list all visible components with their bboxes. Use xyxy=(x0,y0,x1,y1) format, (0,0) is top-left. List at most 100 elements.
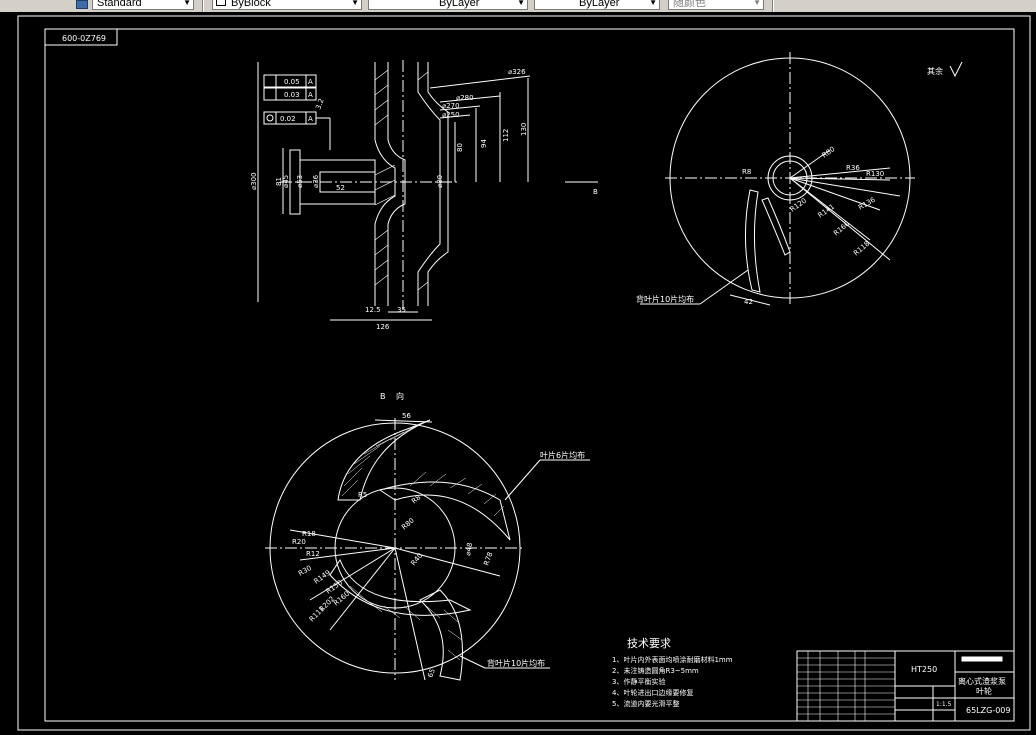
dim-b-48: ⌀48 xyxy=(464,542,474,556)
tech-item-2: 2、未注铸造圆角R3~5mm xyxy=(612,666,699,675)
toolbar-separator xyxy=(772,0,774,12)
dim-b-r5: R5 xyxy=(358,491,367,499)
dim-b-r80: R80 xyxy=(400,517,416,532)
dim-b-r149: R149 xyxy=(313,569,333,586)
chevron-down-icon: ▼ xyxy=(183,0,191,7)
dim-line-56 xyxy=(374,419,433,423)
tol-datum-3: A xyxy=(308,115,313,123)
dim-94: 94 xyxy=(480,139,488,148)
section-view-labels: 0.05 0.03 0.02 A A A ⌀326 ⌀280 ⌀270 ⌀250… xyxy=(250,68,598,331)
dim-r8: R8 xyxy=(742,168,751,176)
drawing-no-text: 65LZG-009 xyxy=(966,706,1010,715)
vane-2-outline xyxy=(378,481,511,541)
tol-value-1: 0.05 xyxy=(284,78,300,86)
dim-80-bore: ⌀80 xyxy=(436,175,444,188)
front-shroud-outline xyxy=(374,62,396,306)
view-arrow-label: B xyxy=(593,188,598,196)
properties-toolbar: Standard ▼ ByBlock ▼ ByLayer ▼ ByLayer ▼… xyxy=(0,0,1036,12)
dim-300: ⌀300 xyxy=(250,172,258,190)
lineweight-value: ByLayer xyxy=(579,0,620,9)
rear-shroud-outline xyxy=(387,62,406,306)
title-block-grid xyxy=(797,651,895,721)
dim-36: ⌀36 xyxy=(312,174,320,188)
back-vane-outline xyxy=(744,189,761,293)
dim-b-r160: R160 xyxy=(332,590,351,608)
dim-81: 81 xyxy=(275,177,283,186)
section-hatching xyxy=(374,69,429,291)
dim-326: ⌀326 xyxy=(508,68,526,76)
lineweight-dropdown[interactable]: ByLayer ▼ xyxy=(534,0,660,10)
chevron-down-icon: ▼ xyxy=(517,0,525,7)
dim-b-65: 65 xyxy=(426,668,437,679)
linetype-dropdown[interactable]: ByLayer ▼ xyxy=(368,0,528,10)
dim-80: 80 xyxy=(456,143,464,152)
tol-datum-2: A xyxy=(308,91,313,99)
color-swatch-icon xyxy=(216,0,226,6)
dim-r160: R160 xyxy=(832,220,851,238)
tech-item-3: 3、作静平衡实验 xyxy=(612,677,665,686)
product-name-text: 离心式渣浆泵 xyxy=(958,676,1006,686)
dim-250: ⌀250 xyxy=(442,111,460,119)
tech-title: 技术要求 xyxy=(627,637,671,650)
sheet-inner-border xyxy=(44,28,1015,722)
dim-b-r30: R30 xyxy=(297,564,313,578)
drawing-number-text: 600-0Z769 xyxy=(62,34,106,43)
leader-r120 xyxy=(789,177,901,197)
dim-r120: R120 xyxy=(789,197,809,214)
b-view-title: B 向 xyxy=(380,391,408,401)
roughness-symbol-icon xyxy=(949,61,963,78)
dim-b-r78: R78 xyxy=(482,551,494,567)
dim-45: ⌀45 xyxy=(282,175,290,188)
dim-b-r12: R12 xyxy=(306,550,320,558)
dim-b-r40: R40 xyxy=(409,552,424,568)
leader-326 xyxy=(429,75,531,89)
tech-item-1: 1、叶片内外表面均喷涂耐磨材料1mm xyxy=(612,655,733,664)
tol-value-2: 0.03 xyxy=(284,91,300,99)
text-style-icon[interactable] xyxy=(76,0,88,9)
dim-35: 35 xyxy=(397,306,406,314)
dim-270: ⌀270 xyxy=(442,102,460,110)
scale-text: 1:1.5 xyxy=(936,701,952,708)
part-name-text: 叶轮 xyxy=(976,686,992,696)
chevron-down-icon: ▼ xyxy=(753,0,761,7)
vane-1-outline xyxy=(337,419,431,501)
technical-requirements: 技术要求 1、叶片内外表面均喷涂耐磨材料1mm 2、未注铸造圆角R3~5mm 3… xyxy=(612,637,733,708)
layer-color-value: ByBlock xyxy=(231,0,271,9)
vane-note: 叶片6片均布 xyxy=(540,450,585,460)
drawing-canvas[interactable]: 600-0Z769 0.05 0.03 0.02 A A A ⌀326 ⌀280… xyxy=(0,12,1036,735)
dim-280: ⌀280 xyxy=(456,94,474,102)
dim-b-r20: R20 xyxy=(292,538,306,546)
dim-r136: R136 xyxy=(857,195,877,211)
chevron-down-icon: ▼ xyxy=(649,0,657,7)
dim-42: 42 xyxy=(744,298,753,306)
tech-item-5: 5、流道内要光滑平整 xyxy=(612,699,679,708)
dim-126: 126 xyxy=(376,323,390,331)
dim-r130: R130 xyxy=(866,170,884,178)
dim-130: 130 xyxy=(520,123,528,136)
text-style-dropdown[interactable]: Standard ▼ xyxy=(92,0,194,10)
back-vane-outline-2 xyxy=(761,197,791,256)
rear-view[interactable] xyxy=(640,52,963,306)
dim-r36: R36 xyxy=(846,164,860,172)
chevron-down-icon: ▼ xyxy=(351,0,359,7)
text-style-value: Standard xyxy=(97,0,142,9)
leader-r118 xyxy=(789,177,891,261)
toolbar-separator xyxy=(202,0,204,12)
dim-53: ⌀53 xyxy=(296,175,304,188)
concentricity-symbol-icon xyxy=(266,114,274,122)
tol-datum-1: A xyxy=(308,78,313,86)
layer-color-dropdown[interactable]: ByBlock ▼ xyxy=(212,0,362,10)
material-text: HT250 xyxy=(911,665,937,674)
dim-r141: R141 xyxy=(817,203,837,220)
section-view[interactable] xyxy=(257,60,598,321)
roughness-note: 其余 xyxy=(927,66,943,76)
dim-12-5: 12.5 xyxy=(365,306,381,314)
tech-item-4: 4、叶轮进出口边缘要修复 xyxy=(612,688,693,697)
title-logo-bar xyxy=(961,656,1003,662)
b-view-radius-5 xyxy=(394,547,426,681)
dim-b-r18: R18 xyxy=(302,530,316,538)
plot-style-dropdown[interactable]: 随颜色 ▼ xyxy=(668,0,764,10)
dim-52: 52 xyxy=(336,184,345,192)
linetype-value: ByLayer xyxy=(439,0,480,9)
back-vane-note-2: 背叶片10片均布 xyxy=(487,658,545,668)
